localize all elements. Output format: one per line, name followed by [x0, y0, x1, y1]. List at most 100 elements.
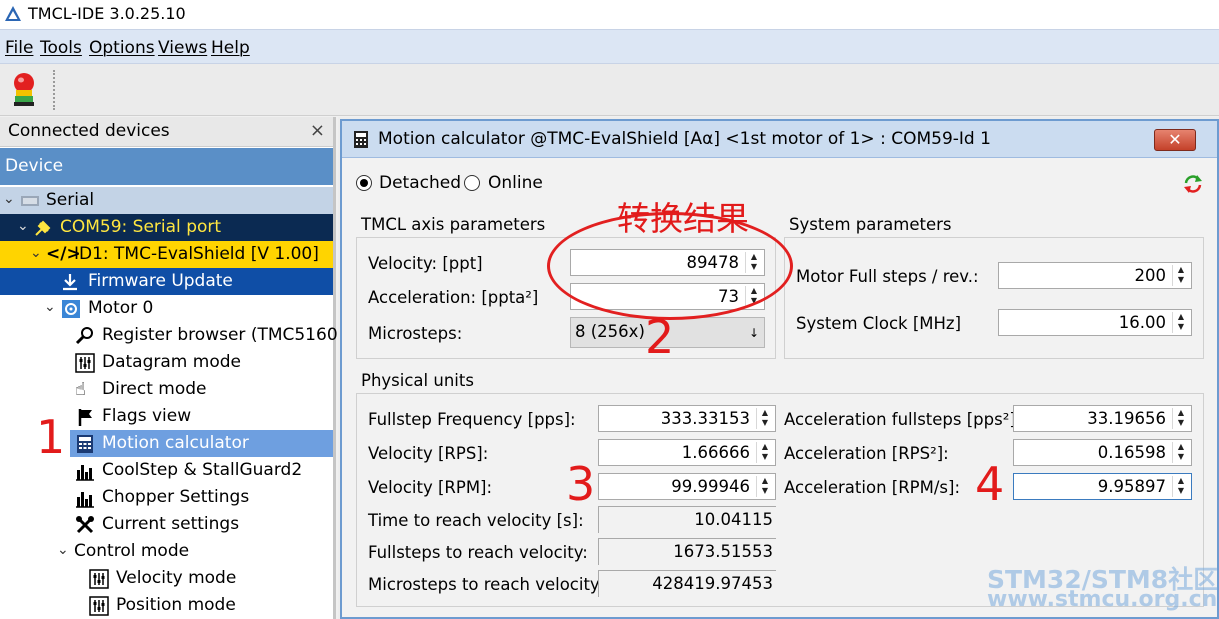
tree-item-direct-mode[interactable]: ☝ Direct mode [0, 376, 333, 403]
accel-fullsteps-input[interactable]: 33.19656 ▲ ▼ [1013, 405, 1192, 432]
accel-rps2-label: Acceleration [RPS²]: [784, 444, 949, 463]
calculator-icon [354, 131, 368, 148]
microsteps-to-velocity-label: Microsteps to reach velocity: [368, 575, 605, 594]
tree-item-chopper-settings[interactable]: Chopper Settings [0, 484, 333, 511]
clock-input[interactable]: 16.00 ▲ ▼ [998, 309, 1192, 336]
panel-title: Connected devices [8, 121, 170, 141]
hand-pointer-icon: ☝ [75, 379, 86, 400]
velocity-rpm-label: Velocity [RPM]: [368, 478, 493, 497]
accel-rps2-input[interactable]: 0.16598 ▲ ▼ [1013, 439, 1192, 466]
menu-file[interactable]: File [5, 38, 33, 58]
tree-item-control-mode[interactable]: ⌄ Control mode [0, 538, 333, 565]
download-icon [63, 274, 77, 291]
time-to-velocity-field: 10.04115 [598, 506, 776, 533]
calculator-title: Motion calculator @TMC-EvalShield [Aα] <… [378, 129, 991, 149]
tree-item-label: Direct mode [102, 379, 207, 399]
fullsteps-input[interactable]: 200 ▲ ▼ [998, 262, 1192, 289]
spin-arrows-icon[interactable]: ▲ ▼ [756, 408, 773, 429]
tree-item-current-settings[interactable]: Current settings [0, 511, 333, 538]
menu-tools[interactable]: Tools [40, 38, 82, 58]
microsteps-label: Microsteps: [368, 324, 463, 343]
microsteps-to-velocity-value: 428419.97453 [652, 574, 773, 593]
tree-item-label: ID1: TMC-EvalShield [V 1.00] [74, 244, 319, 264]
toolbar-grip[interactable] [53, 70, 59, 110]
tree-item-label: COM59: Serial port [60, 217, 222, 237]
fullstep-frequency-input[interactable]: 333.33153 ▲ ▼ [598, 405, 776, 432]
tree-item-motion-calculator[interactable]: Motion calculator [70, 430, 333, 457]
app-titlebar: TMCL-IDE 3.0.25.10 [0, 0, 1219, 29]
tree-item-id1[interactable]: ⌄ </> ID1: TMC-EvalShield [V 1.00] [0, 241, 333, 268]
radio-detached-label: Detached [379, 173, 462, 193]
chevron-down-icon[interactable]: ⌄ [44, 299, 56, 315]
fullstep-frequency-label: Fullstep Frequency [pps]: [368, 410, 576, 429]
panel-header: Connected devices × [0, 117, 333, 147]
tree-item-label: Position mode [116, 595, 236, 615]
menu-help[interactable]: Help [211, 38, 250, 58]
chevron-down-icon[interactable]: ⌄ [3, 191, 15, 207]
tree-item-velocity-mode[interactable]: Velocity mode [0, 565, 333, 592]
system-params-group [784, 237, 1204, 359]
fullsteps-to-velocity-field: 1673.51553 [598, 538, 776, 565]
tree-item-label: Serial [46, 190, 95, 210]
menu-options[interactable]: Options [89, 38, 155, 58]
tree-item-datagram-mode[interactable]: Datagram mode [0, 349, 333, 376]
calculator-titlebar: Motion calculator @TMC-EvalShield [Aα] <… [342, 121, 1217, 158]
tree-item-label: Flags view [102, 406, 192, 426]
tree-item-label: CoolStep & StallGuard2 [102, 460, 303, 480]
menu-views[interactable]: Views [158, 38, 207, 58]
tree-item-label: Motion calculator [102, 433, 249, 453]
menu-bar: File Tools Options Views Help [0, 29, 1219, 64]
system-params-group-label: System parameters [789, 215, 952, 234]
tree-item-firmware-update[interactable]: Firmware Update [0, 268, 333, 295]
tree-item-serial[interactable]: ⌄ Serial [0, 187, 333, 214]
chevron-down-icon[interactable]: ⌄ [30, 245, 42, 261]
panel-close-icon[interactable]: × [310, 120, 325, 141]
refresh-icon[interactable] [1182, 173, 1204, 195]
tree-item-label: Firmware Update [88, 271, 233, 291]
fullsteps-value: 200 [1134, 266, 1167, 285]
tree-item-com59[interactable]: ⌄ COM59: Serial port [0, 214, 333, 241]
radio-detached[interactable] [356, 175, 372, 191]
fullstep-frequency-value: 333.33153 [660, 409, 750, 428]
tree-item-label: Datagram mode [102, 352, 241, 372]
radio-online[interactable] [464, 175, 480, 191]
bar-chart-icon [76, 465, 94, 481]
tree-item-motor-0[interactable]: ⌄ Motor 0 [0, 295, 333, 322]
bar-chart-icon [76, 492, 94, 508]
sliders-icon [89, 596, 109, 616]
spin-arrows-icon[interactable]: ▲ ▼ [1172, 476, 1189, 497]
device-header-label: Device [5, 156, 64, 176]
spin-arrows-icon[interactable]: ▲ ▼ [756, 442, 773, 463]
chevron-down-icon[interactable]: ⌄ [17, 218, 29, 234]
fullsteps-label: Motor Full steps / rev.: [796, 267, 979, 286]
spin-arrows-icon[interactable]: ▲ ▼ [756, 476, 773, 497]
annotation-3: 3 [566, 457, 596, 511]
annotation-2: 2 [645, 310, 675, 364]
close-button[interactable]: ✕ [1154, 129, 1196, 151]
fullsteps-to-velocity-label: Fullsteps to reach velocity: [368, 543, 588, 562]
tree-item-position-mode[interactable]: Position mode [0, 592, 333, 619]
velocity-rps-input[interactable]: 1.66666 ▲ ▼ [598, 439, 776, 466]
velocity-rps-label: Velocity [RPS]: [368, 444, 489, 463]
spin-arrows-icon[interactable]: ▲ ▼ [1172, 408, 1189, 429]
microsteps-value: 8 (256x) [575, 322, 645, 341]
clock-value: 16.00 [1118, 313, 1166, 332]
axis-params-group-label: TMCL axis parameters [361, 215, 546, 234]
annotation-convert-result: 转换结果 [617, 199, 749, 238]
serial-icon [21, 196, 39, 206]
tree-item-label: Chopper Settings [102, 487, 250, 507]
emergency-stop-icon[interactable] [11, 72, 37, 108]
device-column-header: Device [0, 148, 333, 185]
tree-item-label: Motor 0 [88, 298, 154, 318]
spin-arrows-icon[interactable]: ▲ ▼ [1172, 442, 1189, 463]
tree-item-label: Register browser (TMC5160) [102, 325, 345, 345]
accel-rps2-value: 0.16598 [1097, 443, 1166, 462]
arrow-down-icon: ↓ [748, 326, 759, 340]
spin-arrows-icon[interactable]: ▲ ▼ [1172, 312, 1189, 333]
velocity-rpm-input[interactable]: 99.99946 ▲ ▼ [598, 473, 776, 500]
accel-rpm-s-input[interactable]: 9.95897 ▲ ▼ [1013, 473, 1192, 500]
tree-item-register-browser[interactable]: Register browser (TMC5160) [0, 322, 344, 349]
spin-arrows-icon[interactable]: ▲ ▼ [1172, 265, 1189, 286]
chevron-down-icon[interactable]: ⌄ [57, 542, 69, 558]
magnifier-icon [75, 327, 93, 345]
